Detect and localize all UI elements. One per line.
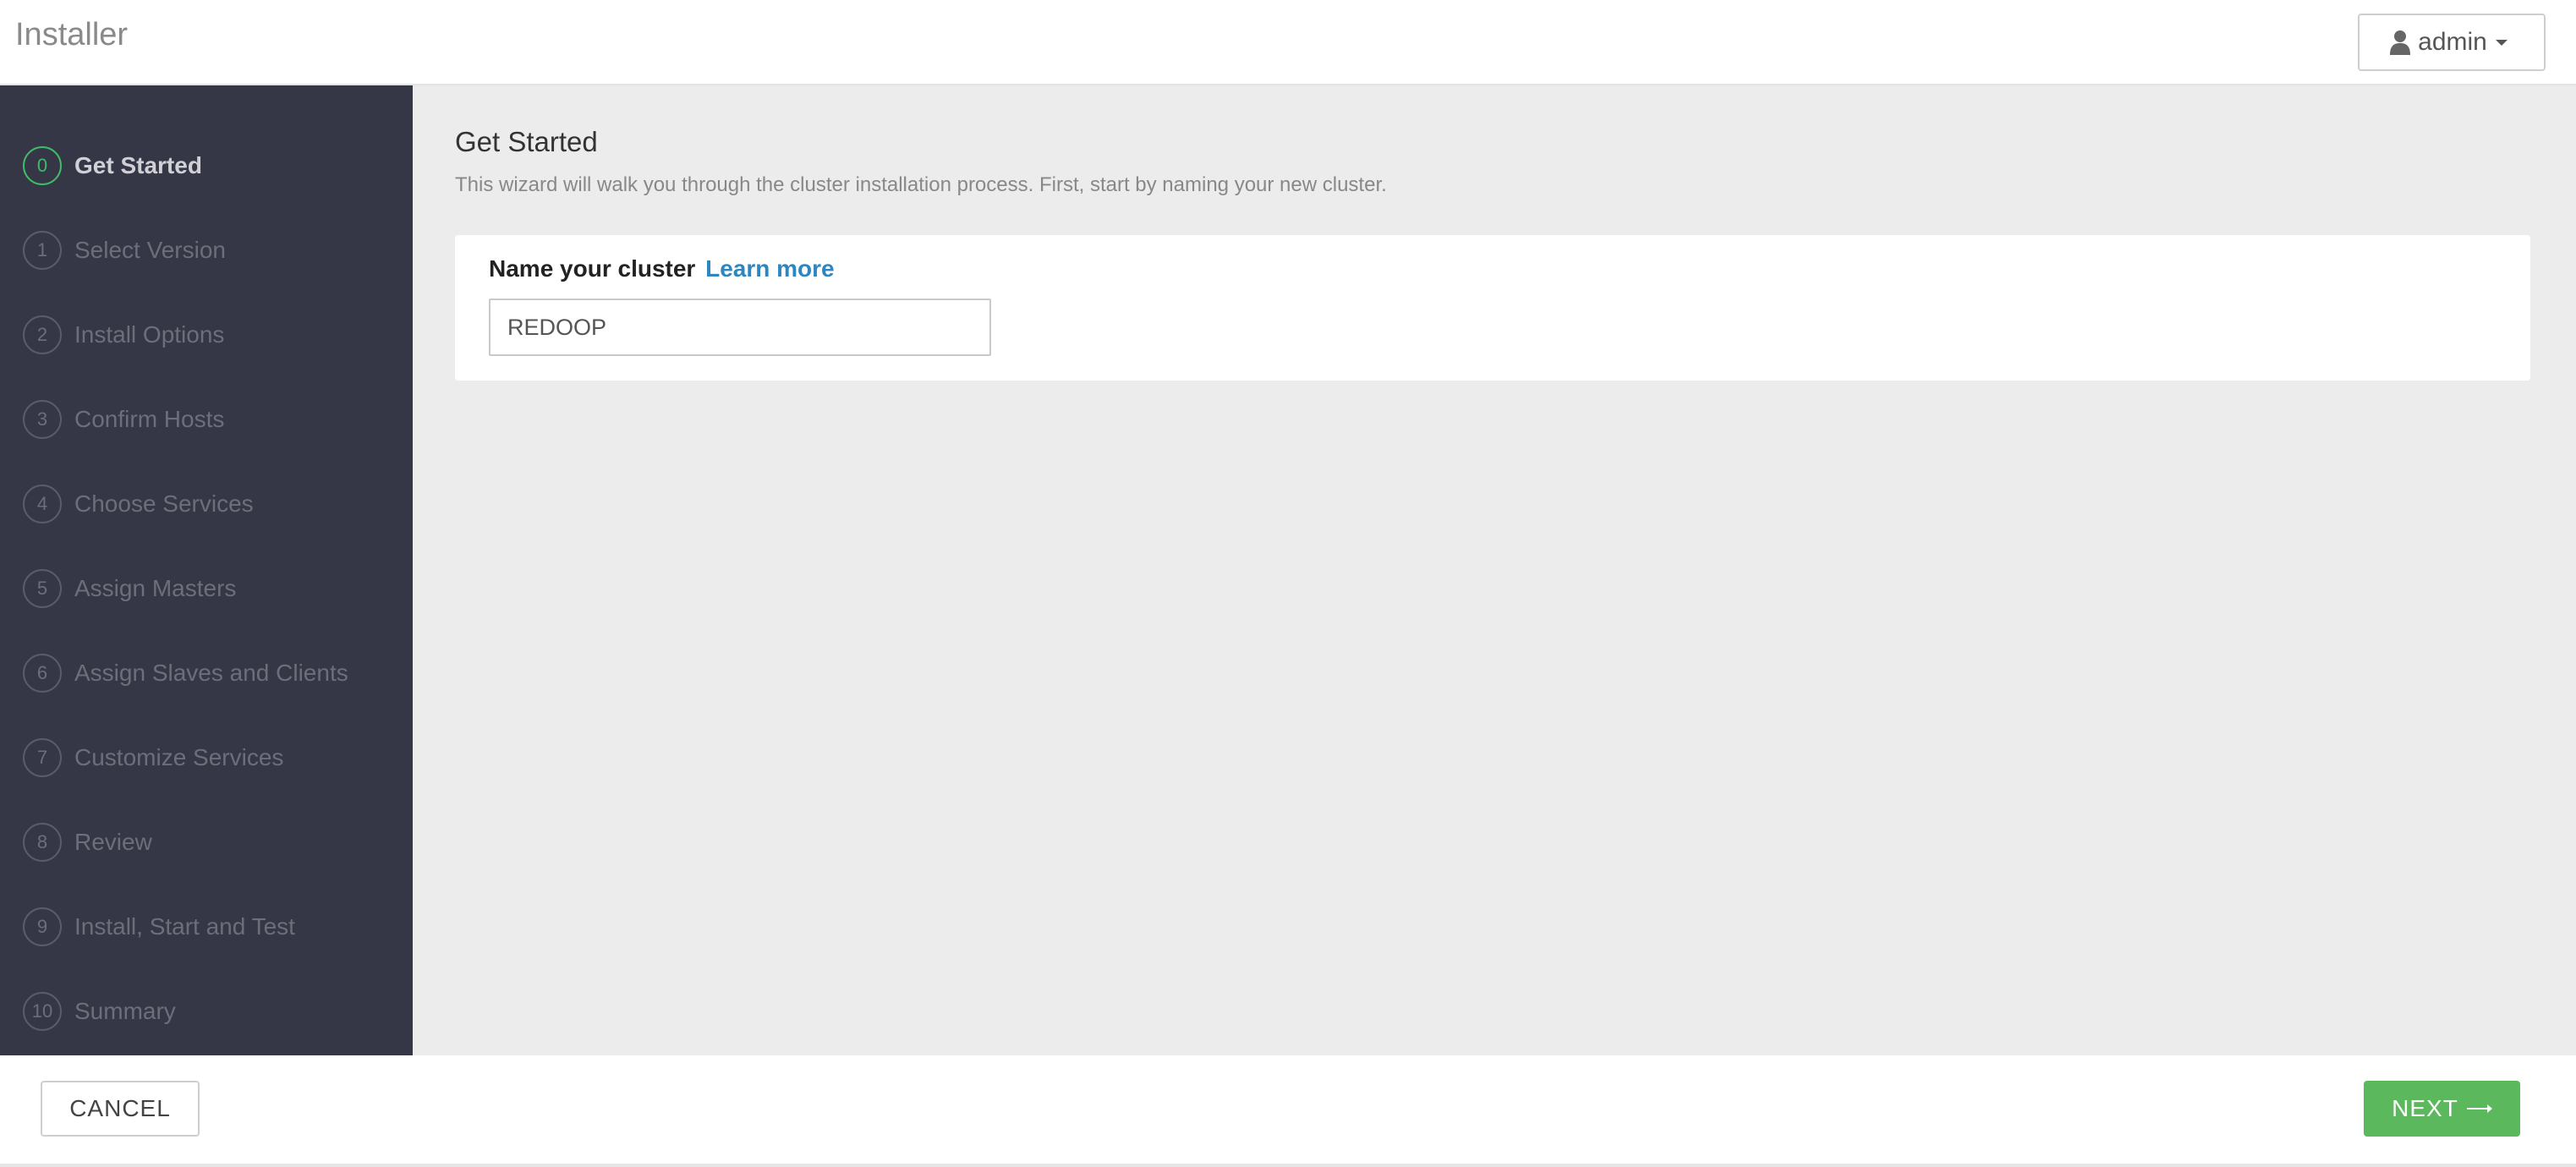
app-title: Installer bbox=[15, 17, 129, 52]
footer-bar: CANCEL NEXT bbox=[0, 1055, 2576, 1167]
step-label: Assign Slaves and Clients bbox=[74, 660, 348, 686]
step-number-badge: 8 bbox=[23, 823, 62, 862]
step-install-start-test[interactable]: 9 Install, Start and Test bbox=[0, 885, 413, 969]
page-description: This wizard will walk you through the cl… bbox=[455, 173, 1387, 196]
cancel-button[interactable]: CANCEL bbox=[41, 1081, 200, 1137]
step-number-badge: 6 bbox=[23, 654, 62, 693]
next-button-label: NEXT bbox=[2392, 1095, 2458, 1121]
step-number-badge: 10 bbox=[23, 992, 62, 1031]
wizard-steps-sidebar: 0 Get Started 1 Select Version 2 Install… bbox=[0, 85, 413, 1055]
step-label: Review bbox=[74, 829, 152, 855]
step-number-badge: 0 bbox=[23, 146, 62, 185]
step-label: Summary bbox=[74, 998, 176, 1024]
step-label: Get Started bbox=[74, 152, 202, 178]
step-label: Select Version bbox=[74, 237, 226, 263]
step-review[interactable]: 8 Review bbox=[0, 800, 413, 885]
step-confirm-hosts[interactable]: 3 Confirm Hosts bbox=[0, 377, 413, 462]
cluster-name-label-text: Name your cluster bbox=[489, 255, 696, 282]
step-number-badge: 4 bbox=[23, 485, 62, 523]
step-install-options[interactable]: 2 Install Options bbox=[0, 293, 413, 377]
cluster-name-card: Name your cluster Learn more bbox=[455, 235, 2530, 381]
main-content: Get Started This wizard will walk you th… bbox=[413, 85, 2576, 1055]
step-label: Choose Services bbox=[74, 490, 254, 517]
learn-more-link[interactable]: Learn more bbox=[705, 255, 835, 282]
step-label: Confirm Hosts bbox=[74, 406, 225, 432]
cluster-name-input[interactable] bbox=[489, 299, 991, 356]
step-label: Install Options bbox=[74, 321, 225, 348]
step-select-version[interactable]: 1 Select Version bbox=[0, 208, 413, 293]
user-icon bbox=[2390, 30, 2411, 55]
step-number-badge: 2 bbox=[23, 315, 62, 354]
step-summary[interactable]: 10 Summary bbox=[0, 969, 413, 1054]
cluster-name-label: Name your cluster Learn more bbox=[489, 255, 835, 282]
step-number-badge: 5 bbox=[23, 569, 62, 608]
step-number-badge: 9 bbox=[23, 907, 62, 946]
user-name-label: admin bbox=[2418, 28, 2487, 56]
step-label: Customize Services bbox=[74, 744, 284, 770]
step-label: Install, Start and Test bbox=[74, 913, 295, 940]
step-customize-services[interactable]: 7 Customize Services bbox=[0, 715, 413, 800]
step-label: Assign Masters bbox=[74, 575, 237, 601]
arrow-right-icon bbox=[2466, 1104, 2492, 1113]
step-number-badge: 7 bbox=[23, 738, 62, 777]
page-title: Get Started bbox=[455, 126, 598, 157]
step-assign-masters[interactable]: 5 Assign Masters bbox=[0, 546, 413, 631]
user-menu-button[interactable]: admin bbox=[2358, 14, 2546, 71]
step-number-badge: 1 bbox=[23, 231, 62, 270]
step-number-badge: 3 bbox=[23, 400, 62, 439]
step-get-started[interactable]: 0 Get Started bbox=[0, 123, 413, 208]
top-bar: Installer admin bbox=[0, 0, 2576, 85]
next-button[interactable]: NEXT bbox=[2364, 1081, 2520, 1137]
caret-down-icon bbox=[2495, 40, 2507, 46]
step-assign-slaves-clients[interactable]: 6 Assign Slaves and Clients bbox=[0, 631, 413, 715]
step-choose-services[interactable]: 4 Choose Services bbox=[0, 462, 413, 546]
